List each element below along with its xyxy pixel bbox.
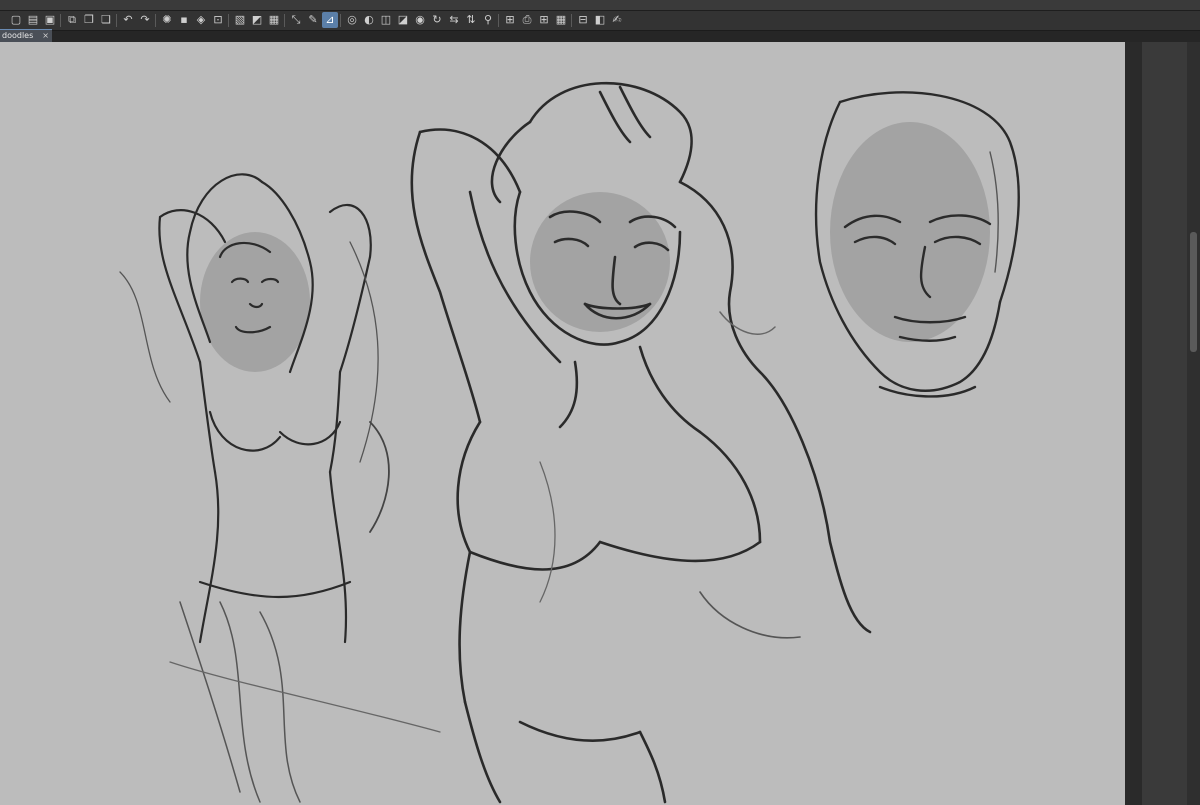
view-icon[interactable]: ◉ (412, 12, 428, 28)
fill-icon[interactable]: ◈ (193, 12, 209, 28)
clear-icon[interactable]: ▪ (176, 12, 192, 28)
layers-icon[interactable]: ❐ (81, 12, 97, 28)
flip-vertical-icon[interactable]: ⇅ (463, 12, 479, 28)
layout-icon[interactable]: ◧ (592, 12, 608, 28)
command-bar: ▢ ▤ ▣ ⧉ ❐ ❏ ↶ ↷ ✺ ▪ ◈ ⊡ ▧ ◩ ▦ ⤡ ✎ ⊿ ◎ ◐ ◫ ◪ ◉ ↻ ⇆ ⇅ ⚲ ⊞ ⎙ ⊞ ▦ ⊟ ◧ ✍ (0, 11, 1200, 31)
edit-icon[interactable]: ✍ (609, 12, 625, 28)
toolbar-separator (60, 14, 61, 27)
toolbar-separator (228, 14, 229, 27)
toolbar-separator (284, 14, 285, 27)
frame-icon[interactable]: ◫ (378, 12, 394, 28)
scroll-thumb[interactable] (1190, 232, 1197, 352)
new-file-icon[interactable]: ▢ (8, 12, 24, 28)
tab-doodles[interactable]: doodles × (0, 29, 52, 42)
save-icon[interactable]: ▣ (42, 12, 58, 28)
rotate-icon[interactable]: ↻ (429, 12, 445, 28)
drawing-canvas[interactable] (0, 42, 1125, 805)
toolbar-separator (340, 14, 341, 27)
balloon-icon[interactable]: ◐ (361, 12, 377, 28)
flip-horizontal-icon[interactable]: ⇆ (446, 12, 462, 28)
frame-alt-icon[interactable]: ◪ (395, 12, 411, 28)
invert-selection-icon[interactable]: ◩ (249, 12, 265, 28)
crop-icon[interactable]: ⊡ (210, 12, 226, 28)
panel-icon[interactable]: ⊟ (575, 12, 591, 28)
grid-icon[interactable]: ⊞ (536, 12, 552, 28)
redo-icon[interactable]: ↷ (137, 12, 153, 28)
open-file-icon[interactable]: ▤ (25, 12, 41, 28)
undo-icon[interactable]: ↶ (120, 12, 136, 28)
tab-label: doodles (2, 31, 34, 40)
sketch-artwork (119, 81, 1020, 804)
duplicate-icon[interactable]: ❏ (98, 12, 114, 28)
transform-icon[interactable]: ⤡ (288, 12, 304, 28)
toolbar-separator (116, 14, 117, 27)
toolbar-separator (498, 14, 499, 27)
close-icon[interactable]: × (42, 30, 49, 42)
ruler-icon[interactable]: ⊿ (322, 12, 338, 28)
canvas-margin (1125, 42, 1142, 805)
snap-icon[interactable]: ◎ (344, 12, 360, 28)
tab-bar (0, 31, 1200, 42)
pen-icon[interactable]: ✎ (305, 12, 321, 28)
title-strip (0, 0, 1200, 11)
vertical-scrollbar[interactable] (1187, 42, 1200, 805)
loading-icon[interactable]: ✺ (159, 12, 175, 28)
toolbar-separator (155, 14, 156, 27)
zoom-icon[interactable]: ⚲ (480, 12, 496, 28)
selection-off-icon[interactable]: ▧ (232, 12, 248, 28)
selection-border-icon[interactable]: ▦ (266, 12, 282, 28)
print-icon[interactable]: ⎙ (519, 12, 535, 28)
toolbar-separator (571, 14, 572, 27)
pattern-icon[interactable]: ▦ (553, 12, 569, 28)
center-figure-sketch (410, 81, 872, 804)
fit-icon[interactable]: ⊞ (502, 12, 518, 28)
copy-canvas-icon[interactable]: ⧉ (64, 12, 80, 28)
